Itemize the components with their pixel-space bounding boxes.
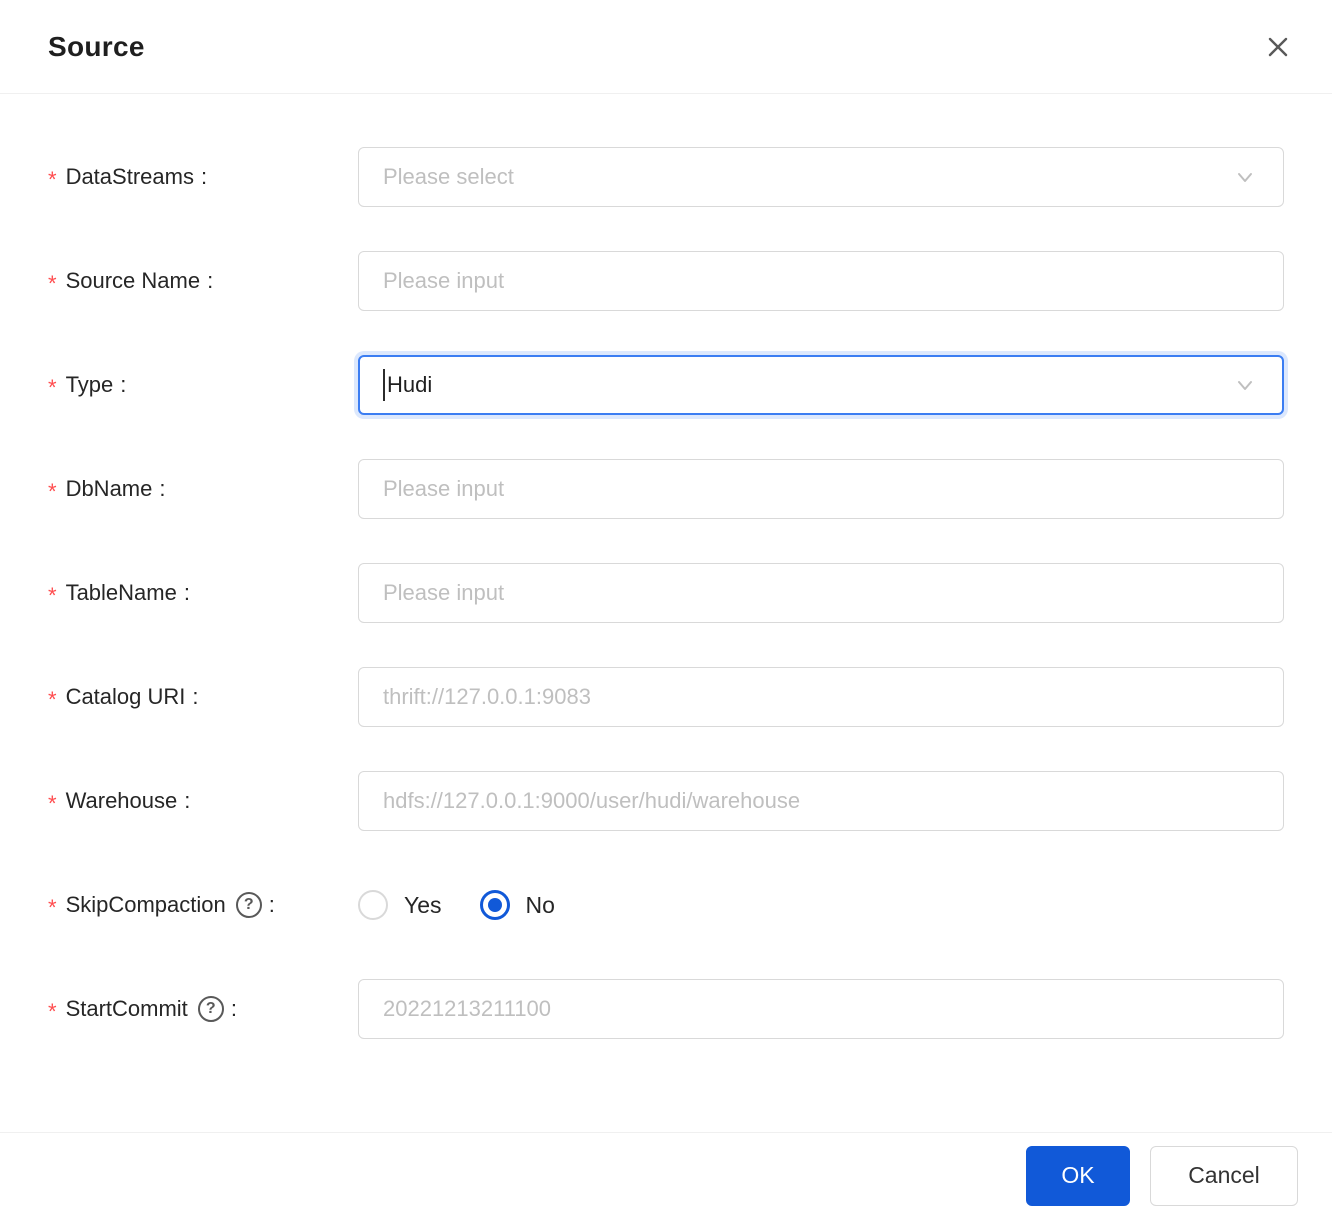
required-asterisk: * bbox=[48, 895, 57, 920]
field-label-text: DataStreams bbox=[65, 164, 194, 189]
field-label: * Warehouse : bbox=[48, 788, 358, 816]
form-row-catalog-uri: * Catalog URI : bbox=[48, 667, 1284, 727]
field-label-text: DbName bbox=[65, 476, 153, 501]
source-dialog: Source * DataStreams : Please select * S… bbox=[0, 0, 1332, 1228]
dialog-footer: OK Cancel bbox=[0, 1132, 1332, 1228]
question-circle-icon[interactable]: ? bbox=[235, 892, 262, 918]
label-colon: : bbox=[207, 268, 214, 293]
radio-label: No bbox=[525, 891, 555, 918]
startcommit-input[interactable] bbox=[358, 979, 1284, 1039]
field-label-text: Warehouse bbox=[65, 788, 178, 813]
required-asterisk: * bbox=[48, 791, 57, 816]
field-label: * Source Name : bbox=[48, 268, 358, 296]
datastreams-select[interactable]: Please select bbox=[358, 147, 1284, 207]
dialog-title: Source bbox=[48, 30, 145, 62]
ok-button[interactable]: OK bbox=[1026, 1145, 1130, 1206]
close-button[interactable] bbox=[1258, 27, 1298, 67]
field-label: * SkipCompaction ? : bbox=[48, 892, 358, 920]
form-row-type: * Type : Hudi bbox=[48, 355, 1284, 415]
form-row-datastreams: * DataStreams : Please select bbox=[48, 147, 1284, 207]
question-circle-icon[interactable]: ? bbox=[197, 996, 224, 1022]
field-label-text: StartCommit bbox=[65, 996, 188, 1021]
select-placeholder: Please select bbox=[383, 164, 514, 189]
field-label-text: Source Name bbox=[65, 268, 201, 293]
label-colon: : bbox=[183, 580, 190, 605]
field-label: * Type : bbox=[48, 372, 358, 400]
radio-unchecked-icon[interactable] bbox=[358, 890, 388, 920]
dbname-input[interactable] bbox=[358, 459, 1284, 519]
form-row-dbname: * DbName : bbox=[48, 459, 1284, 519]
type-select[interactable]: Hudi bbox=[358, 355, 1284, 415]
radio-checked-icon[interactable] bbox=[479, 890, 510, 920]
warehouse-input[interactable] bbox=[358, 771, 1284, 831]
required-asterisk: * bbox=[48, 479, 57, 504]
form-row-skipcompaction: * SkipCompaction ? : Yes No bbox=[48, 875, 1284, 935]
field-label-text: SkipCompaction bbox=[65, 892, 226, 917]
form-row-source-name: * Source Name : bbox=[48, 251, 1284, 311]
field-label-text: Type bbox=[65, 372, 114, 397]
required-asterisk: * bbox=[48, 167, 57, 192]
cancel-button[interactable]: Cancel bbox=[1150, 1145, 1298, 1206]
dialog-body: * DataStreams : Please select * Source N… bbox=[0, 94, 1332, 1039]
label-colon: : bbox=[184, 788, 191, 813]
field-label: * DataStreams : bbox=[48, 164, 358, 192]
source-name-input[interactable] bbox=[358, 251, 1284, 311]
form-row-warehouse: * Warehouse : bbox=[48, 771, 1284, 831]
field-label: * TableName : bbox=[48, 580, 358, 608]
close-icon bbox=[1268, 37, 1288, 56]
field-label: * StartCommit ? : bbox=[48, 996, 358, 1024]
required-asterisk: * bbox=[48, 271, 57, 296]
select-value: Hudi bbox=[387, 372, 433, 397]
radio-label: Yes bbox=[404, 891, 442, 918]
text-cursor bbox=[383, 369, 385, 401]
label-colon: : bbox=[230, 996, 237, 1021]
required-asterisk: * bbox=[48, 375, 57, 400]
required-asterisk: * bbox=[48, 999, 57, 1024]
label-colon: : bbox=[192, 684, 199, 709]
field-label-text: Catalog URI bbox=[65, 684, 186, 709]
field-label-text: TableName bbox=[65, 580, 177, 605]
label-colon: : bbox=[120, 372, 127, 397]
tablename-input[interactable] bbox=[358, 563, 1284, 623]
chevron-down-icon bbox=[1238, 381, 1252, 390]
radio-option-yes[interactable]: Yes bbox=[358, 890, 442, 920]
dialog-header: Source bbox=[0, 0, 1332, 94]
radio-option-no[interactable]: No bbox=[479, 890, 555, 920]
label-colon: : bbox=[159, 476, 166, 501]
required-asterisk: * bbox=[48, 687, 57, 712]
chevron-down-icon bbox=[1238, 173, 1252, 182]
label-colon: : bbox=[200, 164, 208, 189]
form-row-tablename: * TableName : bbox=[48, 563, 1284, 623]
skipcompaction-radio-group: Yes No bbox=[358, 875, 1284, 935]
form-row-startcommit: * StartCommit ? : bbox=[48, 979, 1284, 1039]
field-label: * DbName : bbox=[48, 476, 358, 504]
required-asterisk: * bbox=[48, 583, 57, 608]
field-label: * Catalog URI : bbox=[48, 684, 358, 712]
catalog-uri-input[interactable] bbox=[358, 667, 1284, 727]
label-colon: : bbox=[268, 892, 275, 917]
